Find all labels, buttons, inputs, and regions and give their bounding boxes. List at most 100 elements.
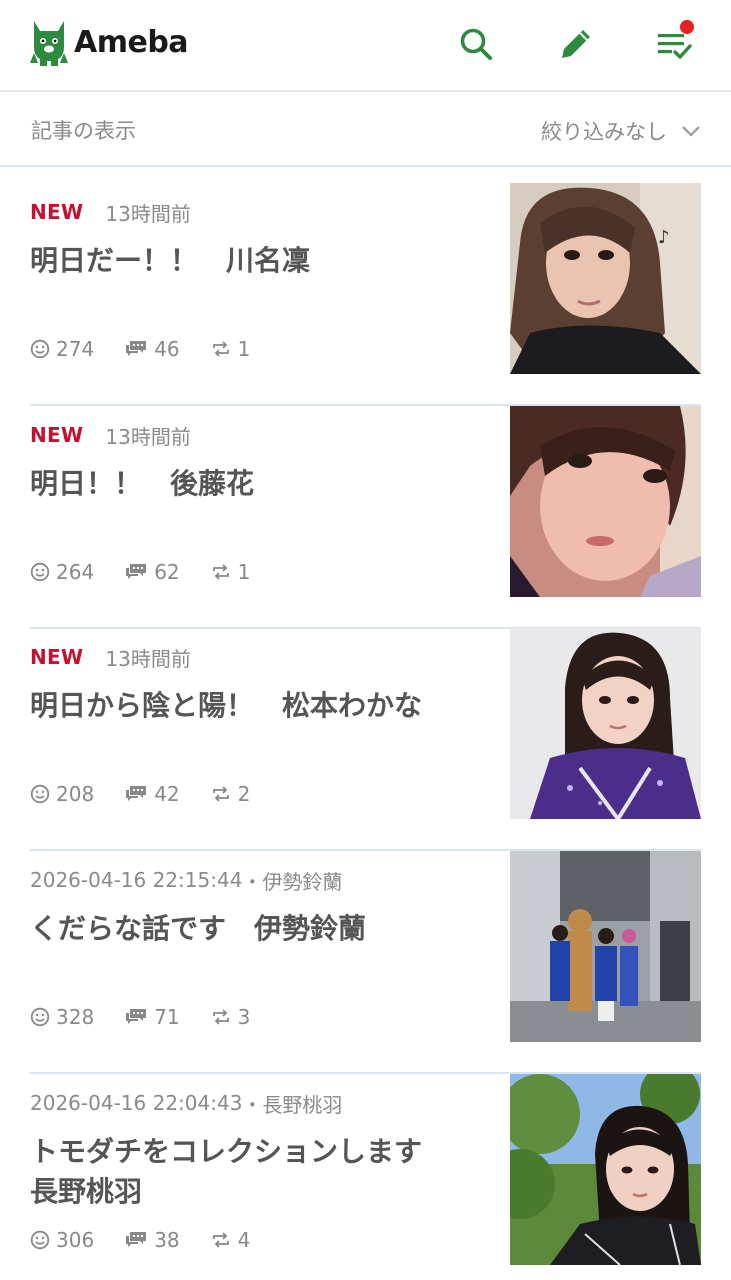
article-author[interactable]: 伊勢鈴蘭 <box>262 866 342 895</box>
like-count: 208 <box>56 782 95 806</box>
reblog-icon <box>212 1232 229 1248</box>
like-count: 306 <box>56 1228 95 1252</box>
article-card[interactable]: 2026-04-16 22:15:44 ・ 伊勢鈴蘭 くだらな話です 伊勢鈴蘭 … <box>30 851 701 1074</box>
article-meta: 2026-04-16 22:15:44 ・ 伊勢鈴蘭 <box>30 866 342 895</box>
like-stat[interactable]: 306 <box>30 1228 94 1252</box>
search-button[interactable] <box>454 22 498 66</box>
comment-stat[interactable]: 71 <box>124 1005 180 1029</box>
selfie-photo <box>510 406 701 597</box>
search-icon <box>460 28 492 60</box>
smiley-icon <box>30 1007 50 1027</box>
article-meta: NEW 13時間前 <box>30 644 191 671</box>
comment-stat[interactable]: 62 <box>124 560 180 584</box>
article-thumbnail[interactable] <box>510 406 701 597</box>
filter-label: 記事の表示 <box>31 119 136 143</box>
like-stat[interactable]: 264 <box>30 560 94 584</box>
backstage-photo <box>510 851 701 1042</box>
article-title[interactable]: くだらな話です 伊勢鈴蘭 <box>30 909 475 949</box>
reblog-count: 1 <box>237 337 251 361</box>
article-meta: 2026-04-16 22:04:43 ・ 長野桃羽 <box>30 1089 342 1118</box>
article-stats: 274 46 1 <box>30 335 280 363</box>
pencil-icon <box>562 30 590 58</box>
article-date: 2026-04-16 22:04:43 <box>30 1091 243 1115</box>
comment-count: 46 <box>154 337 180 361</box>
write-post-button[interactable] <box>554 22 598 66</box>
reblog-stat[interactable]: 1 <box>210 560 251 584</box>
reblog-icon <box>212 341 229 357</box>
selfie-photo: ♪ <box>510 183 701 374</box>
like-count: 264 <box>56 560 95 584</box>
article-stats: 208 42 2 <box>30 780 280 808</box>
article-thumbnail[interactable] <box>510 628 701 819</box>
article-stats: 328 71 3 <box>30 1003 280 1031</box>
comment-count: 62 <box>154 560 180 584</box>
feed-button[interactable] <box>652 20 696 66</box>
reblog-icon <box>212 786 229 802</box>
comment-icon <box>126 1232 147 1247</box>
filter-selected-value: 絞り込みなし <box>541 120 667 144</box>
meta-separator: ・ <box>242 869 263 894</box>
article-title[interactable]: 明日だー！！ 川名凜 <box>30 241 475 281</box>
portrait-photo <box>510 628 701 819</box>
new-badge: NEW <box>30 423 84 447</box>
article-stats: 264 62 1 <box>30 558 280 586</box>
like-stat[interactable]: 274 <box>30 337 94 361</box>
comment-count: 71 <box>154 1005 180 1029</box>
comment-icon <box>126 341 147 356</box>
article-time: 13時間前 <box>105 646 191 671</box>
article-card[interactable]: NEW 13時間前 明日だー！！ 川名凜 274 46 1 ♪ <box>30 183 701 406</box>
smiley-icon <box>30 1230 50 1250</box>
article-title[interactable]: 明日から陰と陽！ 松本わかな <box>30 686 475 726</box>
reblog-count: 3 <box>237 1005 251 1029</box>
article-author[interactable]: 長野桃羽 <box>262 1089 342 1118</box>
article-title[interactable]: 明日！！ 後藤花 <box>30 464 475 504</box>
article-card[interactable]: NEW 13時間前 明日！！ 後藤花 264 62 1 <box>30 406 701 629</box>
comment-count: 42 <box>154 782 180 806</box>
like-stat[interactable]: 208 <box>30 782 94 806</box>
chevron-down-icon <box>682 126 700 137</box>
svg-text:♪: ♪ <box>658 227 670 248</box>
comment-stat[interactable]: 42 <box>124 782 180 806</box>
reblog-stat[interactable]: 3 <box>210 1005 251 1029</box>
filter-dropdown[interactable]: 絞り込みなし <box>541 111 701 151</box>
article-card[interactable]: 2026-04-16 22:04:43 ・ 長野桃羽 トモダチをコレクションしま… <box>30 1074 701 1280</box>
article-date: 2026-04-16 22:15:44 <box>30 868 243 892</box>
comment-stat[interactable]: 38 <box>124 1228 180 1252</box>
article-title[interactable]: トモダチをコレクションします 長野桃羽 <box>30 1132 475 1212</box>
article-thumbnail[interactable]: ♪ <box>510 183 701 374</box>
comment-icon <box>126 786 147 801</box>
like-count: 328 <box>56 1005 95 1029</box>
reblog-stat[interactable]: 1 <box>210 337 251 361</box>
smiley-icon <box>30 339 50 359</box>
comment-stat[interactable]: 46 <box>124 337 180 361</box>
like-count: 274 <box>56 337 95 361</box>
ameba-mascot-icon <box>30 21 68 66</box>
reblog-icon <box>212 564 229 580</box>
new-badge: NEW <box>30 200 84 224</box>
article-meta: NEW 13時間前 <box>30 199 191 226</box>
article-card[interactable]: NEW 13時間前 明日から陰と陽！ 松本わかな 208 42 2 <box>30 628 701 851</box>
notification-dot <box>680 20 694 34</box>
reblog-count: 2 <box>237 782 251 806</box>
reblog-count: 1 <box>237 560 251 584</box>
like-stat[interactable]: 328 <box>30 1005 94 1029</box>
meta-separator: ・ <box>242 1092 263 1117</box>
article-stats: 306 38 4 <box>30 1226 280 1254</box>
comment-count: 38 <box>154 1228 180 1252</box>
reblog-stat[interactable]: 2 <box>210 782 251 806</box>
smiley-icon <box>30 784 50 804</box>
outdoor-portrait-photo <box>510 1074 701 1265</box>
article-time: 13時間前 <box>105 201 191 226</box>
filter-bar: 記事の表示 絞り込みなし <box>0 93 731 167</box>
reblog-count: 4 <box>237 1228 251 1252</box>
reblog-stat[interactable]: 4 <box>210 1228 251 1252</box>
comment-icon <box>126 1009 147 1024</box>
article-thumbnail[interactable] <box>510 1074 701 1265</box>
app-header: Ameba <box>0 0 731 92</box>
article-thumbnail[interactable] <box>510 851 701 1042</box>
article-time: 13時間前 <box>105 424 191 449</box>
article-meta: NEW 13時間前 <box>30 422 191 449</box>
ameba-logo[interactable]: Ameba <box>30 17 189 67</box>
logo-text: Ameba <box>74 24 189 60</box>
new-badge: NEW <box>30 645 84 669</box>
